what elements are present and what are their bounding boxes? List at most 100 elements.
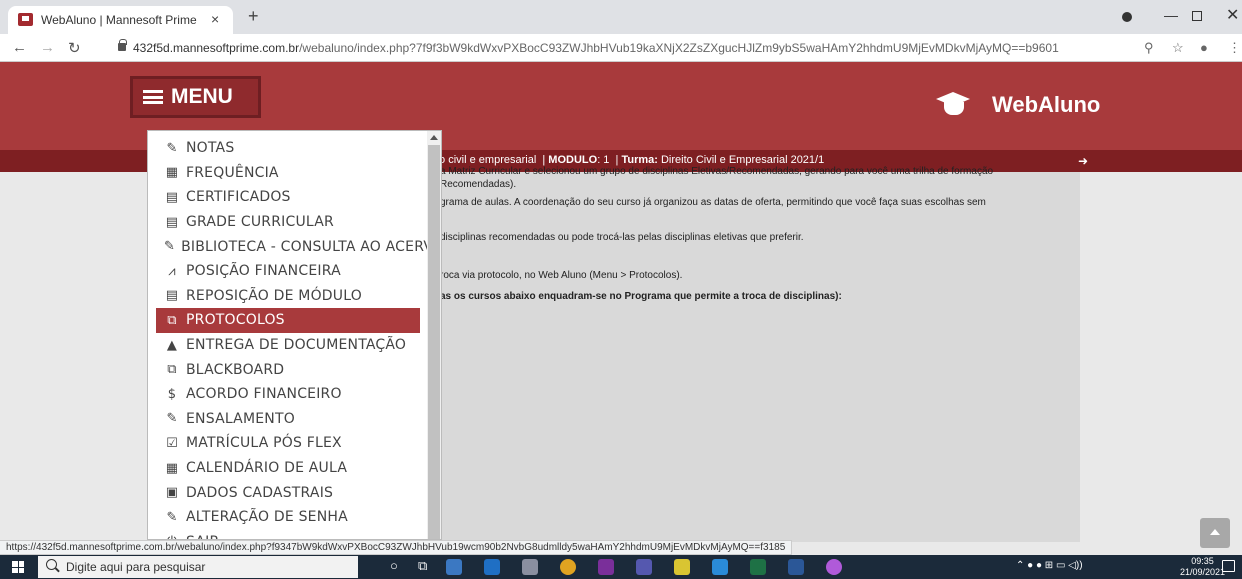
notification-icon[interactable] — [1222, 560, 1235, 572]
menu-item-frequ-ncia[interactable]: ▦ FREQUÊNCIA — [156, 161, 420, 186]
menu-item-calend-rio-de-aula[interactable]: ▦ CALENDÁRIO DE AULA — [156, 456, 420, 481]
main-menu-dropdown: ✎ NOTAS ▦ FREQUÊNCIA ▤ CERTIFICADOS ▤ GRADE CUR… — [147, 130, 442, 540]
teams-icon[interactable] — [636, 559, 652, 575]
edit-icon: ✎ — [166, 509, 178, 525]
calendar-icon: ▦ — [165, 460, 179, 476]
menu-item-blackboard[interactable]: ⧉ BLACKBOARD — [156, 357, 420, 382]
excel-icon[interactable] — [750, 559, 766, 575]
brand-name: WebAluno — [992, 92, 1101, 117]
profile-icon[interactable]: ● — [1200, 40, 1208, 55]
graduation-cap-icon — [934, 90, 978, 120]
edge-icon[interactable] — [712, 559, 728, 575]
warning-icon: ▲ — [166, 337, 178, 353]
menu-item-matr-cula-p-s-flex[interactable]: ☑ MATRÍCULA PÓS FLEX — [156, 431, 420, 456]
menu-item-posi-o-financeira[interactable]: ⩘ POSIÇÃO FINANCEIRA — [156, 259, 420, 284]
edit-icon: ✎ — [166, 140, 178, 156]
lock-icon[interactable] — [118, 39, 127, 51]
menu-item-label: FREQUÊNCIA — [186, 164, 279, 181]
cortana-icon[interactable]: ○ — [390, 558, 398, 573]
menu-item-label: CERTIFICADOS — [186, 189, 291, 206]
modulo-value: : 1 — [597, 154, 610, 166]
forward-arrow-icon[interactable]: → — [40, 39, 55, 56]
taskbar-clock[interactable]: 09:35 21/09/2021 — [1180, 556, 1225, 578]
dollar-circle-icon: $ — [167, 386, 177, 402]
menu-item-label: ENTREGA DE DOCUMENTAÇÃO — [186, 337, 407, 354]
menu-item-label: MATRÍCULA PÓS FLEX — [186, 435, 342, 452]
menu-label: MENU — [171, 85, 233, 108]
system-tray-icons[interactable]: ⌃ ● ● ⊞ ▭ ◁)) — [1016, 560, 1083, 571]
maximize-button[interactable] — [1192, 11, 1202, 21]
search-icon — [46, 559, 57, 570]
menu-item-label: ACORDO FINANCEIRO — [186, 386, 342, 403]
windows-taskbar: Digite aqui para pesquisar ○ ⧉ ⌃ ● ● ⊞ ▭… — [0, 555, 1242, 579]
menu-item-label: REPOSIÇÃO DE MÓDULO — [186, 287, 362, 304]
scroll-thumb[interactable] — [428, 145, 440, 539]
word-icon[interactable] — [788, 559, 804, 575]
sign-out-icon[interactable]: ➜ — [1078, 154, 1088, 168]
close-window-button[interactable]: ✕ — [1226, 5, 1239, 25]
browser-menu-icon[interactable]: ⋮ — [1228, 40, 1241, 56]
edit-icon: ✎ — [164, 239, 176, 255]
edit-icon: ✎ — [166, 411, 178, 427]
menu-item-acordo-financeiro[interactable]: $ ACORDO FINANCEIRO — [156, 382, 420, 407]
menu-item-dados-cadastrais[interactable]: ▣ DADOS CADASTRAIS — [156, 480, 420, 505]
menu-item-label: DADOS CADASTRAIS — [186, 484, 334, 501]
course-info: to civil e empresarial | MODULO: 1 | Tur… — [436, 154, 825, 166]
url-field[interactable]: 432f5d.mannesoftprime.com.br/webaluno/in… — [133, 41, 1103, 55]
menu-scrollbar[interactable] — [427, 131, 441, 539]
back-arrow-icon[interactable]: ← — [12, 39, 27, 56]
scroll-up-arrow-icon[interactable] — [430, 135, 438, 140]
tab-close-icon[interactable]: × — [211, 11, 219, 27]
file-explorer-icon[interactable] — [446, 559, 462, 575]
record-indicator-icon[interactable] — [1122, 12, 1132, 22]
task-view-icon[interactable]: ⧉ — [418, 558, 427, 574]
sticky-notes-icon[interactable] — [674, 559, 690, 575]
chrome-icon[interactable] — [560, 559, 576, 575]
menu-item-reposi-o-de-m-dulo[interactable]: ▤ REPOSIÇÃO DE MÓDULO — [156, 284, 420, 309]
zoom-icon[interactable]: ⚲ — [1144, 40, 1154, 56]
content-line: grama de aulas. A coordenação do seu cur… — [440, 197, 986, 208]
favicon-icon — [18, 13, 33, 26]
app-icon[interactable] — [826, 559, 842, 575]
menu-item-grade-curricular[interactable]: ▤ GRADE CURRICULAR — [156, 210, 420, 235]
search-placeholder: Digite aqui para pesquisar — [66, 560, 206, 574]
menu-button[interactable]: MENU — [130, 76, 261, 118]
menu-item-altera-o-de-senha[interactable]: ✎ ALTERAÇÃO DE SENHA — [156, 505, 420, 530]
menu-item-biblioteca-consulta-ao-acervo[interactable]: ✎ BIBLIOTECA - CONSULTA AO ACERVO — [156, 234, 441, 259]
new-tab-button[interactable]: + — [248, 7, 259, 25]
menu-item-label: PROTOCOLOS — [186, 312, 285, 329]
content-line: Recomendadas). — [440, 179, 517, 190]
scroll-to-top-button[interactable] — [1200, 518, 1230, 548]
copy-icon: ⧉ — [167, 312, 177, 328]
minimize-button[interactable]: — — [1164, 7, 1178, 23]
hamburger-icon — [143, 90, 163, 104]
snipping-tool-icon[interactable] — [522, 559, 538, 575]
content-line: a Matriz Curricular e selecionou um grup… — [440, 166, 994, 177]
menu-item-certificados[interactable]: ▤ CERTIFICADOS — [156, 185, 420, 210]
url-path: /webaluno/index.php?7f9f3bW9kdWxvPXBocC9… — [299, 41, 1059, 55]
clock-time: 09:35 — [1191, 556, 1214, 566]
course-name: to civil e empresarial — [436, 154, 537, 166]
bookmark-star-icon[interactable]: ☆ — [1172, 40, 1184, 56]
outlook-icon[interactable] — [484, 559, 500, 575]
turma-value: Direito Civil e Empresarial 2021/1 — [660, 154, 825, 166]
url-host: 432f5d.mannesoftprime.com.br — [133, 41, 300, 55]
windows-start-icon[interactable] — [12, 561, 24, 573]
address-bar: ← → ↻ 432f5d.mannesoftprime.com.br/webal… — [0, 34, 1242, 62]
menu-item-notas[interactable]: ✎ NOTAS — [156, 136, 420, 161]
browser-tab[interactable]: WebAluno | Mannesoft Prime × — [8, 6, 233, 34]
menu-list: ✎ NOTAS ▦ FREQUÊNCIA ▤ CERTIFICADOS ▤ GRADE CUR… — [156, 136, 441, 539]
calendar-grid-icon: ▤ — [165, 189, 179, 205]
menu-item-ensalamento[interactable]: ✎ ENSALAMENTO — [156, 407, 420, 432]
menu-item-label: POSIÇÃO FINANCEIRA — [186, 263, 341, 280]
onenote-icon[interactable] — [598, 559, 614, 575]
reload-icon[interactable]: ↻ — [68, 39, 81, 57]
menu-item-sair[interactable]: ⏻SAIR — [156, 530, 420, 539]
browser-tab-bar: WebAluno | Mannesoft Prime × + — ✕ — [0, 0, 1242, 34]
taskbar-search[interactable]: Digite aqui para pesquisar — [38, 556, 358, 578]
status-link-preview: https://432f5d.mannesoftprime.com.br/web… — [0, 540, 793, 555]
menu-item-protocolos[interactable]: ⧉ PROTOCOLOS — [156, 308, 420, 333]
menu-item-label: GRADE CURRICULAR — [186, 214, 334, 231]
brand-logo[interactable]: WebAluno — [934, 90, 1100, 120]
menu-item-entrega-de-documenta-o[interactable]: ▲ ENTREGA DE DOCUMENTAÇÃO — [156, 333, 420, 358]
